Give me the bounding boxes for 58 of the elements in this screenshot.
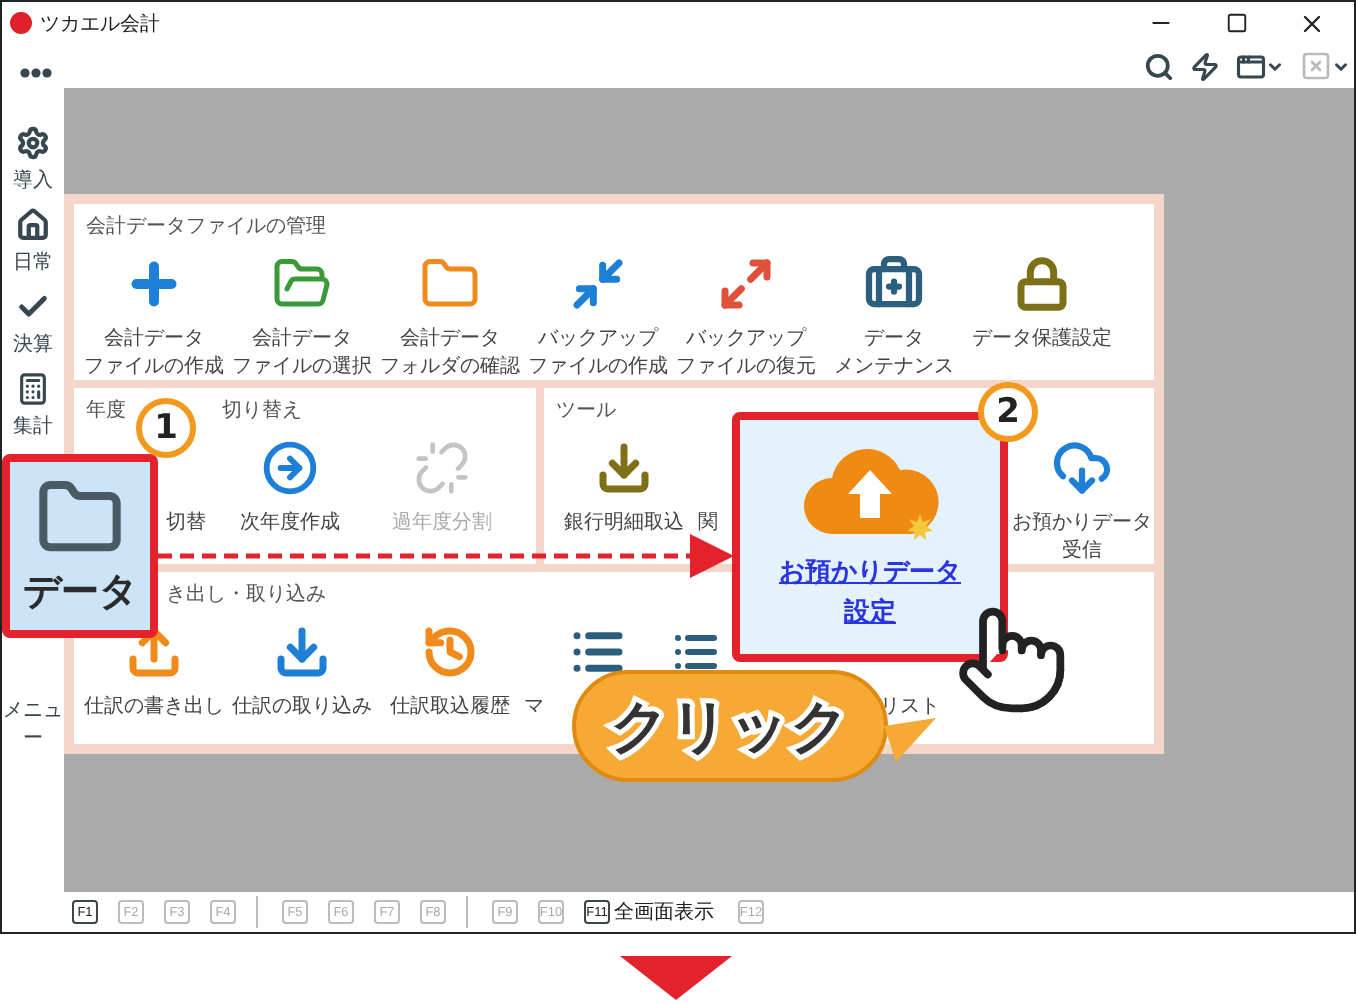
history-icon [422,624,478,680]
speech-bubble-tail [884,718,936,762]
menu-item[interactable]: 仕訳取込履歴 [390,694,510,721]
section-title: き出し・取り込み [166,581,326,608]
menu-item[interactable]: バックアップ ファイルの復元 [676,326,816,380]
section-title: 切り替え [222,397,302,424]
window-title: ツカエル会計 [40,11,162,37]
menu-item[interactable]: 会計データ ファイルの作成 [84,326,224,380]
menu-item[interactable]: 仕訳の取り込み [232,694,372,721]
menu-item[interactable]: 次年度作成 [240,510,340,537]
sidebar-item[interactable]: 日常 [2,204,64,286]
lightning-button[interactable] [1190,51,1220,81]
maximize-icon [1225,12,1247,34]
lock-icon [1014,256,1070,312]
menu-item[interactable]: マ [524,694,544,721]
download-icon [274,624,330,680]
caret-icon [1332,57,1350,75]
caret-icon [1266,57,1284,75]
window-button[interactable] [1236,51,1284,81]
arrow-circle-icon [262,440,318,496]
window-close-icon [1300,50,1332,82]
more-icon[interactable] [20,68,52,78]
lightning-icon [1190,51,1220,81]
arrows-outward-icon [718,256,774,312]
home-icon [16,208,50,242]
menu-item[interactable]: 銀行明細取込 [564,510,684,537]
hand-pointer-icon [954,602,1070,718]
search-icon [1144,51,1174,81]
calculator-icon [16,372,50,406]
function-key-caption: 全画面表示 [614,899,714,926]
sidebar-item[interactable]: 集計 [2,368,64,450]
menu-item[interactable]: 関 [698,510,718,537]
app-logo-icon [10,12,32,34]
section-title: 年度 [86,397,126,424]
menu-item[interactable]: バックアップ ファイルの作成 [528,326,668,380]
window-icon [1236,51,1266,81]
menu-item[interactable]: データ メンテナンス [834,326,954,380]
click-speech-bubble: クリック [572,670,888,782]
gear-icon [16,126,50,160]
menu-item[interactable]: 仕訳の書き出し [84,694,224,721]
section-title: ツール [556,398,616,424]
menu-item[interactable]: 会計データ ファイルの選択 [232,326,372,380]
close-window-button[interactable] [1300,50,1350,82]
section-title: 会計データファイルの管理 [86,213,326,240]
menu-item[interactable]: データ保護設定 [972,326,1112,353]
search-button[interactable] [1144,51,1174,81]
menu-item[interactable]: お預かりデータ 受信 [1012,510,1152,564]
cloud-download-icon [1052,438,1112,498]
down-arrow-icon [620,956,732,1000]
sidebar-item[interactable]: 導入 [2,122,64,204]
menu-item[interactable]: 切替 [166,510,206,537]
broken-link-icon [414,440,470,496]
sidebar-item[interactable]: データ [2,454,158,638]
sidebar-item[interactable]: メニュー [2,670,64,752]
sidebar-item[interactable]: 決算 [2,286,64,368]
arrows-inward-icon [570,256,626,312]
download-icon [596,440,652,496]
menu-item[interactable]: 会計データ フォルダの確認 [380,326,520,380]
